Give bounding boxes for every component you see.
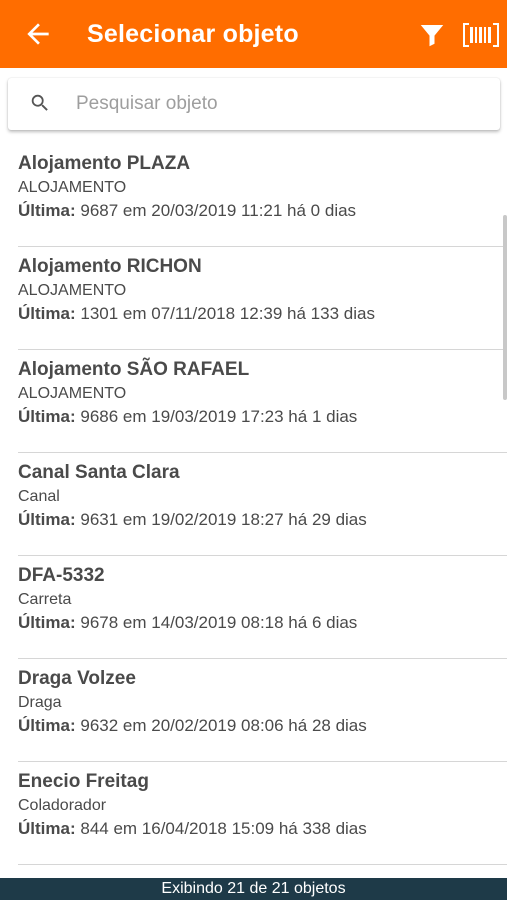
search-icon [31, 94, 48, 111]
item-type: Draga [18, 694, 62, 711]
status-footer: Exibindo 21 de 21 objetos [0, 878, 507, 900]
last-label: Última: [18, 716, 76, 735]
page-title: Selecionar objeto [87, 20, 299, 48]
item-type: Coladorador [18, 797, 107, 814]
arrow-back-icon[interactable] [22, 18, 54, 50]
last-value: 9686 em 19/03/2019 17:23 há 1 dias [80, 407, 358, 426]
last-label: Última: [18, 407, 76, 426]
last-label: Última: [18, 510, 76, 529]
last-value: 9631 em 19/02/2019 18:27 há 29 dias [80, 510, 367, 529]
list-item[interactable]: Enecio Freitag Coladorador Última: 844 e… [0, 762, 507, 865]
list-item[interactable]: Alojamento SÃO RAFAEL ALOJAMENTO Última:… [0, 350, 507, 453]
item-type: Canal [18, 488, 60, 505]
list-item[interactable]: Canal Santa Clara Canal Última: 9631 em … [0, 453, 507, 556]
last-value: 9687 em 20/03/2019 11:21 há 0 dias [80, 201, 357, 220]
list-item[interactable]: Draga Volzee Draga Última: 9632 em 20/02… [0, 659, 507, 762]
search-bar [8, 78, 500, 130]
last-value: 1301 em 07/11/2018 12:39 há 133 dias [80, 304, 375, 323]
item-last: Última: 9687 em 20/03/2019 11:21 há 0 di… [18, 200, 507, 222]
list-item[interactable]: DFA-5332 Carreta Última: 9678 em 14/03/2… [0, 556, 507, 659]
last-label: Última: [18, 304, 76, 323]
item-name: DFA-5332 [18, 565, 105, 586]
item-last: Última: 9678 em 14/03/2019 08:18 há 6 di… [18, 612, 507, 634]
last-label: Última: [18, 201, 76, 220]
item-name: Alojamento PLAZA [18, 153, 191, 174]
item-last: Última: 1301 em 07/11/2018 12:39 há 133 … [18, 303, 507, 325]
item-name: Canal Santa Clara [18, 462, 180, 483]
search-input[interactable] [76, 88, 476, 120]
item-name: Alojamento SÃO RAFAEL [18, 359, 250, 380]
item-last: Última: 9631 em 19/02/2019 18:27 há 29 d… [18, 509, 507, 531]
item-last: Última: 844 em 16/04/2018 15:09 há 338 d… [18, 818, 507, 840]
item-type: Carreta [18, 591, 72, 608]
last-label: Última: [18, 613, 76, 632]
scrollbar[interactable] [503, 215, 507, 400]
item-last: Última: 9632 em 20/02/2019 08:06 há 28 d… [18, 715, 507, 737]
last-value: 9632 em 20/02/2019 08:06 há 28 dias [80, 716, 367, 735]
item-type: ALOJAMENTO [18, 282, 127, 299]
item-name: Draga Volzee [18, 668, 136, 689]
list-item[interactable]: Alojamento PLAZA ALOJAMENTO Última: 9687… [0, 144, 507, 247]
barcode-icon[interactable] [462, 20, 500, 50]
item-last: Última: 9686 em 19/03/2019 17:23 há 1 di… [18, 406, 507, 428]
last-value: 9678 em 14/03/2019 08:18 há 6 dias [80, 613, 358, 632]
filter-icon[interactable] [415, 20, 449, 50]
item-name: Enecio Freitag [18, 771, 149, 792]
last-value: 844 em 16/04/2018 15:09 há 338 dias [80, 819, 367, 838]
item-type: ALOJAMENTO [18, 385, 127, 402]
list-item[interactable]: Alojamento RICHON ALOJAMENTO Última: 130… [0, 247, 507, 350]
item-type: ALOJAMENTO [18, 179, 127, 196]
object-list: Alojamento PLAZA ALOJAMENTO Última: 9687… [0, 144, 507, 865]
last-label: Última: [18, 819, 76, 838]
item-name: Alojamento RICHON [18, 256, 202, 277]
app-bar: Selecionar objeto [0, 0, 507, 68]
